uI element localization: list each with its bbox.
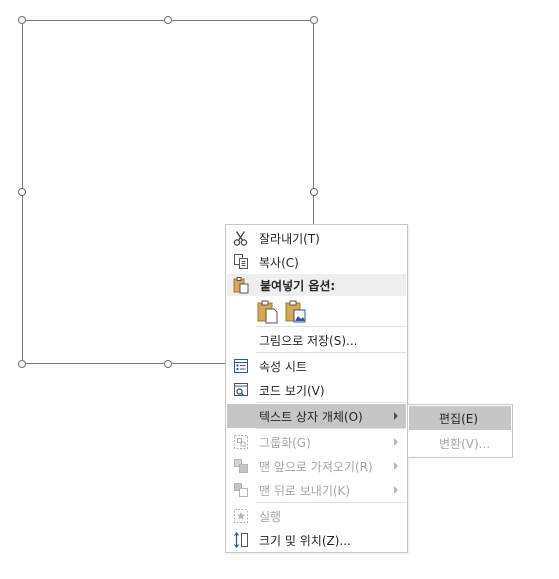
send-to-back-icon	[234, 483, 248, 497]
resize-handle-top-right[interactable]	[310, 16, 318, 24]
run-macro-icon	[234, 509, 248, 523]
menu-item-bring-to-front[interactable]: 맨 앞으로 가져오기(R)	[227, 454, 406, 478]
paste-picture-icon	[285, 300, 306, 323]
menu-item-send-to-back-label: 맨 뒤로 보내기(K)	[259, 484, 351, 498]
menu-item-textbox-object-label: 텍스트 상자 개체(O)	[259, 410, 363, 424]
menu-separator	[256, 402, 406, 403]
resize-handle-bottom-left[interactable]	[18, 360, 26, 368]
menu-separator	[256, 352, 406, 353]
submenu-item-edit[interactable]: 편집(E)	[409, 406, 511, 430]
submenu-arrow-icon	[394, 438, 398, 446]
group-icon	[234, 435, 248, 449]
paste-keep-source-icon	[257, 300, 278, 324]
menu-item-send-to-back[interactable]: 맨 뒤로 보내기(K)	[227, 478, 406, 502]
menu-item-view-code-label: 코드 보기(V)	[259, 384, 325, 398]
context-menu: 잘라내기(T) 복사(C) 붙여넣기 옵션: 그림으로 저장(S)... 속성 …	[225, 224, 408, 553]
menu-item-group-label: 그룹화(G)	[259, 436, 311, 450]
menu-item-save-as-picture-label: 그림으로 저장(S)...	[259, 334, 358, 348]
paste-keep-source-button[interactable]	[256, 299, 280, 325]
clipboard-icon	[233, 277, 249, 294]
paste-options-header: 붙여넣기 옵션:	[227, 274, 406, 296]
submenu-item-convert-label: 변환(V)...	[439, 437, 491, 451]
property-sheet-icon	[234, 359, 248, 373]
submenu-item-convert[interactable]: 변환(V)...	[409, 431, 511, 455]
menu-item-cut[interactable]: 잘라내기(T)	[227, 226, 406, 250]
menu-item-cut-label: 잘라내기(T)	[259, 232, 320, 246]
menu-item-size-position-label: 크기 및 위치(Z)...	[259, 534, 351, 548]
copy-icon	[234, 254, 248, 269]
submenu-arrow-icon	[394, 486, 398, 494]
resize-handle-bottom-center[interactable]	[164, 360, 172, 368]
menu-item-save-as-picture[interactable]: 그림으로 저장(S)...	[227, 328, 406, 352]
paste-picture-button[interactable]	[284, 299, 308, 325]
menu-separator	[256, 326, 406, 327]
paste-options-label: 붙여넣기 옵션:	[260, 279, 336, 293]
menu-item-group[interactable]: 그룹화(G)	[227, 430, 406, 454]
menu-item-size-position[interactable]: 크기 및 위치(Z)...	[227, 528, 406, 552]
menu-item-property-sheet[interactable]: 속성 시트	[227, 354, 406, 378]
size-position-icon	[234, 532, 248, 548]
menu-item-property-sheet-label: 속성 시트	[259, 360, 307, 374]
resize-handle-top-left[interactable]	[18, 16, 26, 24]
menu-item-bring-to-front-label: 맨 앞으로 가져오기(R)	[259, 460, 373, 474]
resize-handle-middle-right[interactable]	[310, 188, 318, 196]
menu-item-textbox-object[interactable]: 텍스트 상자 개체(O)	[227, 404, 406, 428]
menu-item-run[interactable]: 실행	[227, 504, 406, 528]
bring-to-front-icon	[234, 459, 248, 473]
menu-separator	[256, 428, 406, 429]
submenu-arrow-icon	[394, 462, 398, 470]
scissors-icon	[233, 231, 248, 246]
menu-item-view-code[interactable]: 코드 보기(V)	[227, 378, 406, 402]
menu-item-copy-label: 복사(C)	[259, 256, 299, 270]
menu-item-copy[interactable]: 복사(C)	[227, 250, 406, 274]
resize-handle-middle-left[interactable]	[18, 188, 26, 196]
textbox-object-submenu: 편집(E) 변환(V)...	[407, 404, 513, 458]
view-code-icon	[234, 383, 248, 397]
menu-separator	[256, 502, 406, 503]
menu-item-run-label: 실행	[259, 510, 282, 524]
submenu-item-edit-label: 편집(E)	[439, 412, 479, 426]
submenu-arrow-icon	[394, 412, 398, 420]
resize-handle-top-center[interactable]	[164, 16, 172, 24]
